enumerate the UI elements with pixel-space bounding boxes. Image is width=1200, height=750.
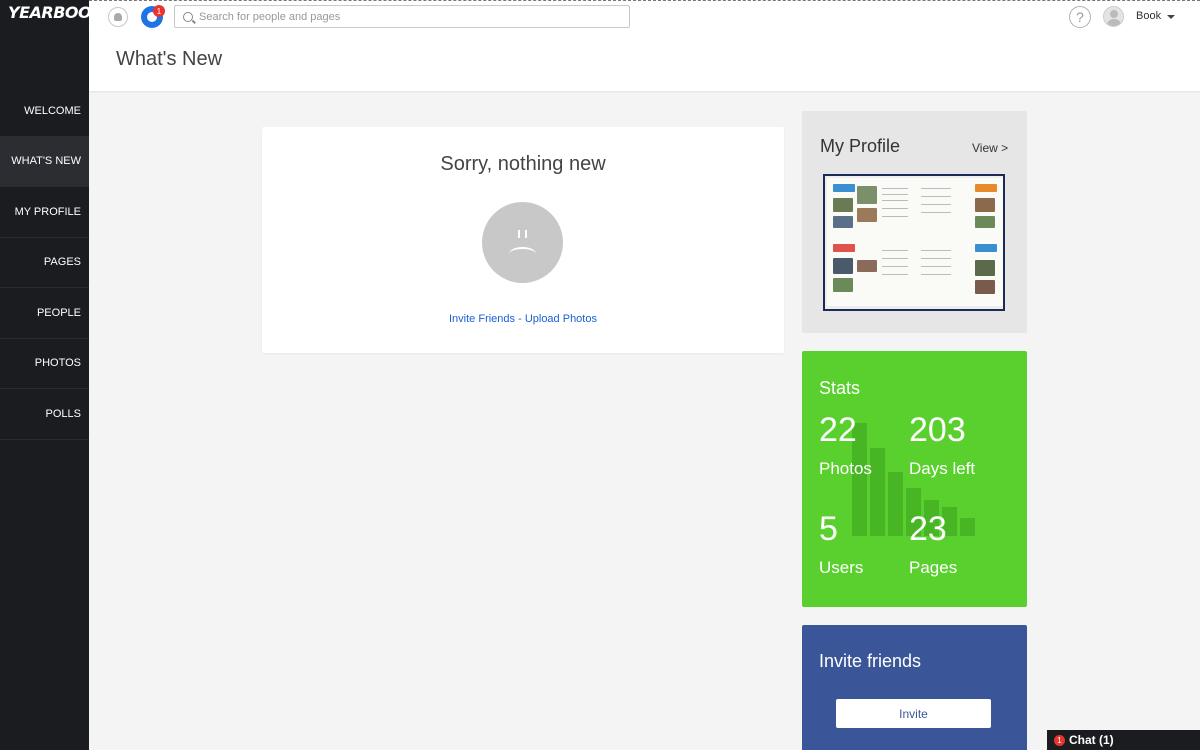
stat-days-left-label: Days left [909,459,976,478]
sidebar-item-my-profile[interactable]: MY PROFILE [0,187,89,238]
sidebar-item-welcome[interactable]: WELCOME [0,86,89,137]
feed-empty-card: Sorry, nothing new Invite Friends - Uplo… [262,127,784,353]
empty-feed-title: Sorry, nothing new [440,153,606,175]
stats-card: Stats 22 Photos 203 Days left 5 Users 23… [802,351,1027,607]
sidebar-item-pages[interactable]: PAGES [0,238,89,288]
invite-card-title: Invite friends [819,651,922,671]
view-profile-link[interactable]: View > [972,141,1008,155]
yearbook-preview-image[interactable] [823,174,1005,311]
sidebar-item-whats-new[interactable]: WHAT'S NEW [0,136,89,187]
search-input[interactable] [199,10,619,23]
yearbook-right-page [915,178,1003,306]
search-icon [183,11,193,22]
sidebar-item-people[interactable]: PEOPLE [0,288,89,339]
search-box[interactable] [174,5,630,28]
profile-card-title: My Profile [820,136,901,156]
my-profile-card: My Profile View > [802,111,1027,333]
sad-face-icon [482,202,563,283]
chat-badge: 1 [1054,734,1065,746]
stat-pages-label: Pages [909,558,958,577]
invite-friends-link[interactable]: Invite Friends [449,313,515,325]
help-icon[interactable]: ? [1069,6,1091,28]
invite-button[interactable]: Invite [836,699,991,728]
decorative-bar [870,448,885,536]
sidebar: YEARBOOK WELCOME WHAT'S NEW MY PROFILE P… [0,0,104,750]
stat-photos-label: Photos [819,459,872,478]
stat-days-left-value: 203 [909,411,966,449]
sidebar-item-polls[interactable]: POLLS [0,389,89,440]
stat-photos-value: 22 [819,411,857,449]
decorative-bar [960,518,975,536]
stats-title: Stats [819,378,861,398]
yearbook-left-page [827,178,915,306]
chat-label: Chat (1) [1069,733,1114,747]
sidebar-item-photos[interactable]: PHOTOS [0,339,89,389]
stat-users-value: 5 [819,510,838,548]
stat-users-label: Users [819,558,864,577]
top-bar: 1 ? Book [89,0,1200,33]
notification-badge: 1 [153,5,165,17]
upload-photos-link[interactable]: Upload Photos [525,313,597,325]
bell-icon[interactable] [108,7,128,27]
chat-bar[interactable]: 1 Chat (1) [1047,730,1200,750]
decorative-bar [888,472,903,536]
stat-pages-value: 23 [909,510,947,548]
link-separator: - [515,313,525,325]
feed-actions: Invite Friends - Upload Photos [262,313,784,325]
avatar[interactable] [1103,6,1124,27]
page-header: What's New [89,33,1200,91]
user-menu-name[interactable]: Book [1136,10,1161,22]
page-title: What's New [116,48,223,70]
caret-down-icon[interactable] [1167,15,1175,19]
sidebar-nav: WELCOME WHAT'S NEW MY PROFILE PAGES PEOP… [0,86,89,440]
invite-friends-card: Invite friends Invite [802,625,1027,750]
